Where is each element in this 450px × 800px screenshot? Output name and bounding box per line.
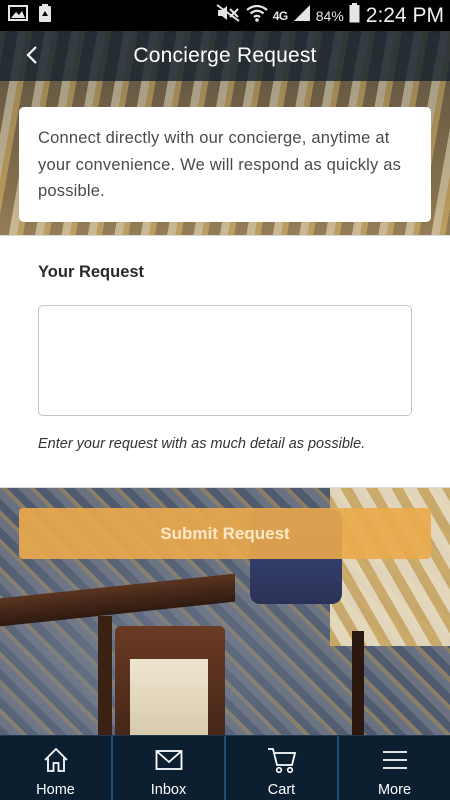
battery-percent: 84% <box>315 7 344 24</box>
bottom-tab-bar: Home Inbox Cart More <box>0 735 450 800</box>
request-textarea[interactable] <box>38 305 412 416</box>
recycle-icon <box>37 3 53 28</box>
tab-cart-label: Cart <box>267 782 296 798</box>
table-leg <box>98 616 112 735</box>
page-title: Concierge Request <box>133 44 317 67</box>
tab-inbox[interactable]: Inbox <box>113 736 226 800</box>
chevron-left-icon <box>25 45 39 70</box>
intro-card: Connect directly with our concierge, any… <box>19 107 431 222</box>
tab-cart[interactable]: Cart <box>226 736 339 800</box>
tab-inbox-label: Inbox <box>150 782 187 798</box>
home-icon <box>41 746 71 774</box>
network-type-label: 4G <box>272 8 289 23</box>
battery-icon <box>349 3 360 28</box>
request-label: Your Request <box>38 263 145 281</box>
tab-home[interactable]: Home <box>0 736 113 800</box>
request-form: Your Request Enter your request with as … <box>0 235 450 488</box>
tab-more[interactable]: More <box>339 736 450 800</box>
submit-request-button[interactable]: Submit Request <box>19 508 431 559</box>
request-hint: Enter your request with as much detail a… <box>38 436 366 452</box>
wifi-icon <box>246 4 268 27</box>
tab-more-label: More <box>377 782 412 798</box>
back-button[interactable] <box>18 43 46 71</box>
cart-icon <box>267 746 297 774</box>
image-icon <box>8 5 28 26</box>
tab-home-label: Home <box>36 782 75 798</box>
nav-header: Concierge Request <box>0 31 450 81</box>
clock: 2:24 PM <box>365 3 444 27</box>
intro-text: Connect directly with our concierge, any… <box>38 129 402 200</box>
signal-icon <box>293 4 311 27</box>
chair-cushion <box>130 659 208 735</box>
mute-icon <box>215 4 241 27</box>
mail-icon <box>154 746 184 774</box>
chair-leg <box>352 631 364 735</box>
menu-icon <box>380 746 410 774</box>
status-bar: 4G 84% 2:24 PM <box>0 0 450 31</box>
